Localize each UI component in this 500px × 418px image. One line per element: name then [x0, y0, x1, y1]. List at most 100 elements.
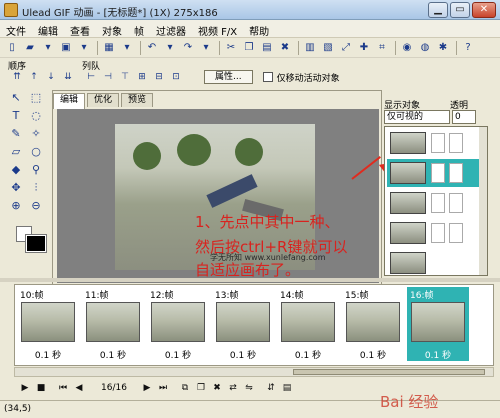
duplicate-frame-icon[interactable]: ❐ — [194, 381, 208, 396]
align-right-icon[interactable]: ⊣ — [101, 71, 115, 84]
copy-icon[interactable]: ❐ — [241, 40, 257, 55]
stop-icon[interactable]: ■ — [34, 381, 48, 396]
tween-icon[interactable]: ⇄ — [226, 381, 240, 396]
last-frame-icon[interactable]: ⏭ — [156, 381, 170, 396]
first-frame-icon[interactable]: ⏮ — [56, 381, 70, 396]
move-icon[interactable]: ✥ — [8, 180, 24, 196]
dropdown-arrow-icon[interactable]: ▾ — [76, 40, 92, 55]
align-left-icon[interactable]: ⊢ — [84, 71, 98, 84]
menu-object[interactable]: 对象 — [96, 20, 128, 38]
add-image-icon[interactable]: ▦ — [101, 40, 117, 55]
save-icon[interactable]: ▣ — [58, 40, 74, 55]
magic-wand-icon[interactable]: ✧ — [28, 126, 44, 142]
tab-preview[interactable]: 预览 — [121, 93, 154, 107]
object-panel-icon[interactable]: ▧ — [320, 40, 336, 55]
paste-icon[interactable]: ▤ — [259, 40, 275, 55]
dropdown-arrow-icon[interactable]: ▾ — [162, 40, 178, 55]
tab-edit[interactable]: 编辑 — [53, 93, 86, 109]
web-icon[interactable]: ◉ — [399, 40, 415, 55]
properties-button[interactable]: 属性... — [204, 70, 253, 84]
menu-view[interactable]: 查看 — [64, 20, 96, 38]
panel-divider[interactable] — [0, 278, 500, 282]
move-active-only-checkbox[interactable] — [262, 72, 273, 82]
display-object-select[interactable]: 仅可视的 — [384, 110, 450, 124]
frame-14[interactable]: 14:帧 0.1 秒 — [277, 287, 339, 361]
redo-icon[interactable]: ↷ — [180, 40, 196, 55]
ellipse-icon[interactable]: ○ — [28, 144, 44, 160]
play-icon[interactable]: ▶ — [18, 381, 32, 396]
object-item[interactable] — [387, 219, 479, 247]
brush-icon[interactable]: ✎ — [8, 126, 24, 142]
menu-video-fx[interactable]: 视频 F/X — [192, 20, 243, 38]
tab-optimize[interactable]: 优化 — [87, 93, 120, 107]
object-item[interactable] — [387, 129, 479, 157]
object-list-scrollbar[interactable] — [479, 127, 487, 275]
frame-panel-icon[interactable]: ▥ — [302, 40, 318, 55]
object-list[interactable] — [384, 126, 488, 276]
bring-forward-icon[interactable]: ↑ — [27, 71, 41, 84]
frame-properties-icon[interactable]: ⇵ — [264, 381, 278, 396]
resize-icon[interactable]: ⤢ — [338, 40, 354, 55]
dropdown-arrow-icon[interactable]: ▾ — [40, 40, 56, 55]
zoom-in-icon[interactable]: ⊕ — [8, 198, 24, 214]
menu-file[interactable]: 文件 — [0, 20, 32, 38]
pointer-icon[interactable]: ↖ — [8, 90, 24, 106]
frame-delay[interactable]: 0.1 秒 — [82, 348, 144, 361]
add-frame-icon[interactable]: ⧉ — [178, 381, 192, 396]
frame-scrollbar-thumb[interactable] — [293, 369, 485, 375]
previous-frame-icon[interactable]: ◀ — [72, 381, 86, 396]
delete-icon[interactable]: ✖ — [277, 40, 293, 55]
dropdown-arrow-icon[interactable]: ▾ — [198, 40, 214, 55]
delete-frame-icon[interactable]: ✖ — [210, 381, 224, 396]
next-frame-icon[interactable]: ▶ — [140, 381, 154, 396]
globe-icon[interactable]: ◍ — [417, 40, 433, 55]
undo-icon[interactable]: ↶ — [144, 40, 160, 55]
settings-icon[interactable]: ✱ — [435, 40, 451, 55]
cut-icon[interactable]: ✂ — [223, 40, 239, 55]
foreground-color-swatch[interactable] — [26, 235, 46, 252]
frame-delay[interactable]: 0.1 秒 — [212, 348, 274, 361]
close-button[interactable]: ✕ — [472, 2, 496, 18]
new-file-icon[interactable]: ▯ — [4, 40, 20, 55]
object-item[interactable] — [387, 249, 479, 277]
frame-13[interactable]: 13:帧 0.1 秒 — [212, 287, 274, 361]
lasso-icon[interactable]: ◌ — [28, 108, 44, 124]
send-to-back-icon[interactable]: ⇊ — [61, 71, 75, 84]
object-item-selected[interactable] — [387, 159, 479, 187]
marquee-icon[interactable]: ⬚ — [28, 90, 44, 106]
bring-to-front-icon[interactable]: ⇈ — [10, 71, 24, 84]
object-item[interactable] — [387, 189, 479, 217]
frame-delay[interactable]: 0.1 秒 — [17, 348, 79, 361]
frame-delay[interactable]: 0.1 秒 — [147, 348, 209, 361]
frame-15[interactable]: 15:帧 0.1 秒 — [342, 287, 404, 361]
frame-settings-icon[interactable]: ▤ — [280, 381, 294, 396]
align-middle-icon[interactable]: ⊟ — [152, 71, 166, 84]
maximize-button[interactable]: ▭ — [450, 2, 470, 18]
minimize-button[interactable]: ▁ — [428, 2, 448, 18]
frame-delay[interactable]: 0.1 秒 — [277, 348, 339, 361]
eyedropper-icon[interactable]: ⚲ — [28, 162, 44, 178]
zoom-out-icon[interactable]: ⊖ — [28, 198, 44, 214]
opacity-input[interactable]: 0 — [452, 110, 476, 124]
frame-delay[interactable]: 0.1 秒 — [407, 348, 469, 361]
paint-bucket-icon[interactable]: ◆ — [8, 162, 24, 178]
frame-10[interactable]: 10:帧 0.1 秒 — [17, 287, 79, 361]
reverse-frames-icon[interactable]: ⇋ — [242, 381, 256, 396]
frame-11[interactable]: 11:帧 0.1 秒 — [82, 287, 144, 361]
transform-icon[interactable]: ⫶ — [28, 180, 44, 196]
align-bottom-icon[interactable]: ⊡ — [169, 71, 183, 84]
eraser-icon[interactable]: ▱ — [8, 144, 24, 160]
menu-filter[interactable]: 过滤器 — [150, 20, 192, 38]
send-backward-icon[interactable]: ↓ — [44, 71, 58, 84]
frame-12[interactable]: 12:帧 0.1 秒 — [147, 287, 209, 361]
menu-frame[interactable]: 帧 — [128, 20, 150, 38]
frame-16-selected[interactable]: 16:帧 0.1 秒 — [407, 287, 469, 361]
tools-icon[interactable]: ✚ — [356, 40, 372, 55]
frame-scrollbar[interactable] — [14, 367, 494, 377]
open-folder-icon[interactable]: ▰ — [22, 40, 38, 55]
text-tool-icon[interactable]: T — [8, 108, 24, 124]
help-cursor-icon[interactable]: ? — [460, 40, 476, 55]
frame-delay[interactable]: 0.1 秒 — [342, 348, 404, 361]
menu-edit[interactable]: 编辑 — [32, 20, 64, 38]
dropdown-arrow-icon[interactable]: ▾ — [119, 40, 135, 55]
